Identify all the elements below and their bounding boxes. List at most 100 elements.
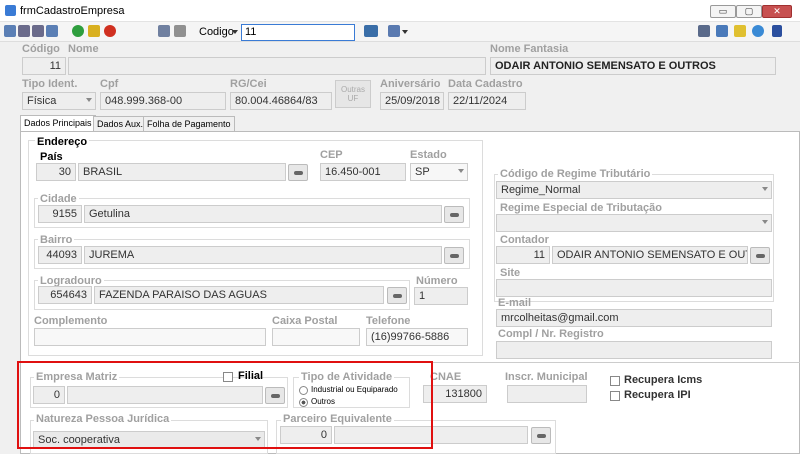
cancel-icon[interactable] [104, 25, 116, 37]
chevron-down-icon [86, 98, 92, 102]
endereco-title: Endereço [35, 136, 90, 148]
regime-especial-select[interactable] [496, 214, 772, 232]
inscr-municipal-label: Inscr. Municipal [505, 371, 588, 383]
save-icon[interactable] [158, 25, 170, 37]
recupera-icms-checkbox[interactable] [610, 376, 620, 386]
site-field[interactable] [496, 279, 772, 297]
search-icon[interactable] [364, 25, 378, 37]
cep-label: CEP [320, 149, 343, 161]
logradouro-code-field[interactable]: 654643 [38, 286, 92, 304]
caixa-postal-field[interactable] [272, 328, 360, 346]
pais-code-field[interactable]: 30 [36, 163, 76, 181]
nome-fantasia-field[interactable]: ODAIR ANTONIO SEMENSATO E OUTROS [490, 57, 776, 75]
help-icon[interactable] [752, 25, 764, 37]
chevron-down-icon[interactable] [402, 30, 408, 34]
estado-label: Estado [410, 149, 447, 161]
contador-code-field[interactable]: 11 [496, 246, 550, 264]
telefone-field[interactable]: (16)99766-5886 [366, 328, 468, 346]
aniversario-label: Aniversário [380, 78, 441, 90]
caixa-postal-label: Caixa Postal [272, 315, 338, 327]
toolbar: Codigo 11 [0, 22, 800, 42]
nome-fantasia-label: Nome Fantasia [490, 43, 569, 55]
undo-icon[interactable] [174, 25, 186, 37]
compl-registro-field[interactable] [496, 341, 772, 359]
estado-select[interactable]: SP [410, 163, 468, 181]
tab-dados-aux[interactable]: Dados Aux. [93, 116, 148, 131]
site-label: Site [498, 267, 523, 279]
inscr-municipal-field[interactable] [507, 385, 587, 403]
chevron-down-icon [762, 187, 768, 191]
recupera-icms-label[interactable]: Recupera Icms [624, 374, 702, 386]
compl-registro-label: Compl / Nr. Registro [498, 328, 604, 340]
contador-lookup-icon[interactable] [750, 247, 770, 264]
codigo-field[interactable]: 11 [22, 57, 66, 75]
bairro-lookup-icon[interactable] [444, 247, 464, 264]
note-icon[interactable] [734, 25, 746, 37]
key-icon[interactable] [716, 25, 728, 37]
main-window: frmCadastroEmpresa ▭ ▢ ✕ Codigo 11 Códig… [0, 0, 800, 454]
tab-folha-pagamento[interactable]: Folha de Pagamento [143, 116, 235, 131]
codigo-label: Código [22, 43, 60, 55]
tipo-ident-value: Física [27, 95, 57, 107]
estado-value: SP [415, 166, 430, 178]
pais-label: País [40, 151, 63, 163]
tipo-ident-label: Tipo Ident. [22, 78, 78, 90]
window-list-icon[interactable] [698, 25, 710, 37]
add-icon[interactable] [72, 25, 84, 37]
regime-especial-label: Regime Especial de Tributação [498, 202, 665, 214]
cidade-code-field[interactable]: 9155 [38, 205, 82, 223]
next-record-icon[interactable] [32, 25, 44, 37]
pais-lookup-icon[interactable] [288, 164, 308, 181]
regime-label: Código de Regime Tributário [498, 168, 653, 180]
menu-icon[interactable] [772, 25, 782, 37]
regime-select[interactable]: Regime_Normal [496, 181, 772, 199]
cnae-label: CNAE [430, 371, 462, 383]
telefone-label: Telefone [366, 315, 411, 327]
app-icon [5, 5, 16, 16]
bairro-code-field[interactable]: 44093 [38, 246, 82, 264]
chevron-down-icon [762, 220, 768, 224]
last-record-icon[interactable] [46, 25, 58, 37]
edit-icon[interactable] [88, 25, 100, 37]
close-button[interactable]: ✕ [762, 5, 792, 18]
parceiro-lookup-icon[interactable] [531, 427, 551, 444]
search-input-value: 11 [245, 26, 257, 38]
maximize-button[interactable]: ▢ [736, 5, 762, 18]
numero-field[interactable]: 1 [414, 287, 468, 305]
chevron-down-icon[interactable] [232, 30, 238, 34]
recupera-ipi-label[interactable]: Recupera IPI [624, 389, 691, 401]
cep-field[interactable]: 16.450-001 [320, 163, 406, 181]
contador-name-field[interactable]: ODAIR ANTONIO SEMENSATO E OUTRO [552, 246, 748, 264]
search-field-label[interactable]: Codigo [199, 26, 234, 38]
recupera-ipi-checkbox[interactable] [610, 391, 620, 401]
data-cadastro-field[interactable]: 22/11/2024 [448, 92, 526, 110]
report-icon[interactable] [388, 25, 400, 37]
email-field[interactable]: mrcolheitas@gmail.com [496, 309, 772, 327]
rg-field[interactable]: 80.004.46864/83 [230, 92, 332, 110]
bairro-label: Bairro [38, 234, 75, 246]
bairro-name-field[interactable]: JUREMA [84, 246, 442, 264]
tipo-ident-select[interactable]: Física [22, 92, 96, 110]
nome-field[interactable] [68, 57, 486, 75]
logradouro-lookup-icon[interactable] [387, 287, 407, 304]
data-cadastro-label: Data Cadastro [448, 78, 523, 90]
outras-uf-button[interactable]: Outras UF [335, 80, 371, 108]
minimize-button[interactable]: ▭ [710, 5, 736, 18]
pais-name-field[interactable]: BRASIL [78, 163, 286, 181]
nome-label: Nome [68, 43, 99, 55]
first-record-icon[interactable] [4, 25, 16, 37]
chevron-down-icon [458, 169, 464, 173]
email-label: E-mail [498, 297, 532, 309]
cpf-field[interactable]: 048.999.368-00 [100, 92, 226, 110]
cidade-lookup-icon[interactable] [444, 206, 464, 223]
cidade-name-field[interactable]: Getulina [84, 205, 442, 223]
tab-dados-principais[interactable]: Dados Principais [20, 115, 96, 132]
aniversario-field[interactable]: 25/09/2018 [380, 92, 444, 110]
logradouro-name-field[interactable]: FAZENDA PARAISO DAS AGUAS [94, 286, 384, 304]
complemento-label: Complemento [34, 315, 108, 327]
contador-label: Contador [498, 234, 551, 246]
complemento-field[interactable] [34, 328, 266, 346]
search-input[interactable]: 11 [241, 24, 355, 41]
prev-record-icon[interactable] [18, 25, 30, 37]
regime-value: Regime_Normal [501, 184, 581, 196]
